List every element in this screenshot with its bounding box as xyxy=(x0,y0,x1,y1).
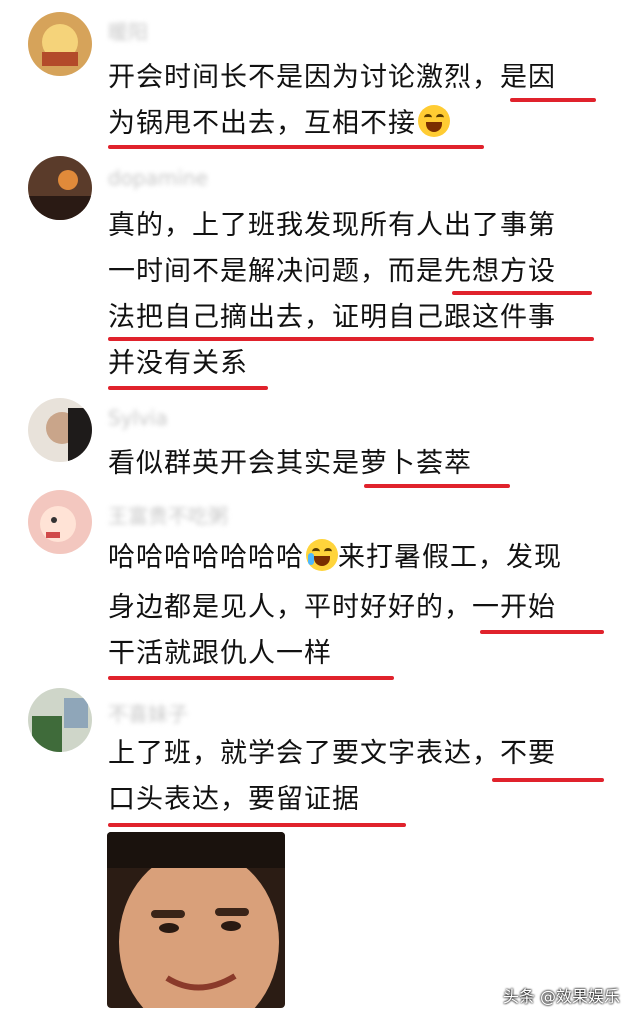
avatar[interactable] xyxy=(28,490,92,554)
avatar[interactable] xyxy=(28,688,92,752)
comment-text-line: 为锅甩不出去，互相不接 xyxy=(108,104,450,144)
crying-laughing-emoji-icon xyxy=(306,539,338,571)
red-underline xyxy=(108,337,594,341)
comment-text-line: 上了班，就学会了要文字表达，不要 xyxy=(108,738,556,769)
red-underline xyxy=(452,291,592,295)
avatar[interactable] xyxy=(28,12,92,76)
comment-text-line: 真的，上了班我发现所有人出了事第 xyxy=(108,210,556,241)
comment-text: 为锅甩不出去，互相不接 xyxy=(108,108,416,139)
red-underline xyxy=(108,823,406,827)
red-underline xyxy=(492,778,604,782)
comment-text-line: 并没有关系 xyxy=(108,348,248,379)
username[interactable]: 暖阳 xyxy=(108,16,148,44)
red-underline xyxy=(510,98,596,102)
username[interactable]: dopamine xyxy=(108,166,208,194)
comment-text-line: 身边都是见人，平时好好的，一开始 xyxy=(108,592,556,623)
avatar[interactable] xyxy=(28,398,92,462)
comment-text-line: 干活就跟仇人一样 xyxy=(108,638,332,669)
red-underline xyxy=(108,386,268,390)
comment-text-line: 哈哈哈哈哈哈哈 来打暑假工，发现 xyxy=(108,538,562,578)
comment-text: 来打暑假工，发现 xyxy=(338,542,562,573)
comment-text: 哈哈哈哈哈哈哈 xyxy=(108,542,304,573)
red-underline xyxy=(364,484,510,488)
rolling-laughing-emoji-icon xyxy=(418,105,450,137)
username[interactable]: 不喜妹子 xyxy=(108,698,188,726)
comment-text-line: 法把自己摘出去，证明自己跟这件事 xyxy=(108,302,556,333)
red-underline xyxy=(108,145,484,149)
comment-text-line: 一时间不是解决问题，而是先想方设 xyxy=(108,256,556,287)
avatar[interactable] xyxy=(28,156,92,220)
watermark: 头条 @效果娱乐 xyxy=(502,987,620,1006)
red-underline xyxy=(480,630,604,634)
comment-text-line: 口头表达，要留证据 xyxy=(108,784,360,815)
comment-text-line: 看似群英开会其实是萝卜荟萃 xyxy=(108,448,472,479)
username[interactable]: Sylvia xyxy=(108,406,168,434)
reaction-photo[interactable] xyxy=(107,832,285,1008)
red-underline xyxy=(108,676,394,680)
comment-text-line: 开会时间长不是因为讨论激烈，是因 xyxy=(108,62,556,93)
username[interactable]: 王富贵不吃粥 xyxy=(108,500,228,528)
